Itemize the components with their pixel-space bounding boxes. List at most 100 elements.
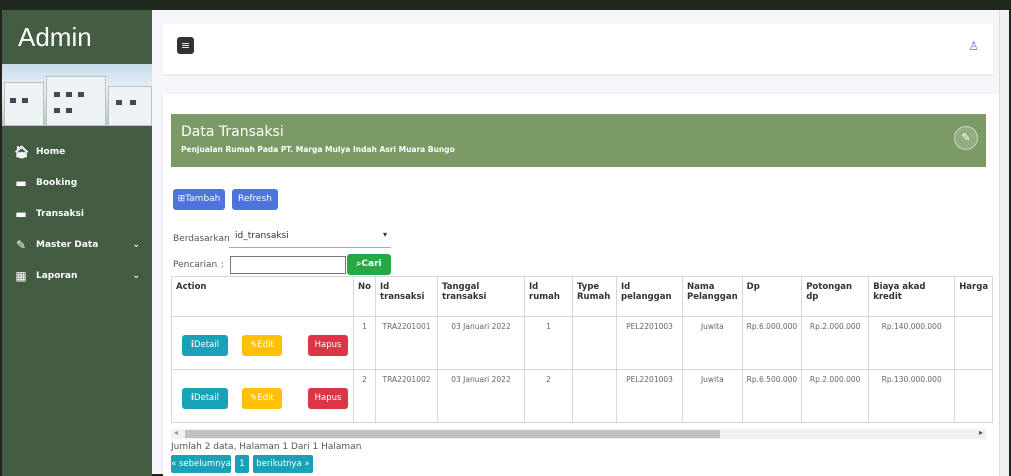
sidebar-item-master-data[interactable]: ✎ Master Data ⌄	[2, 229, 152, 260]
sidebar-item-label: Transaksi	[36, 208, 84, 219]
cari-button[interactable]: ⌕Cari	[347, 254, 391, 275]
page-subtitle: Penjualan Rumah Pada PT. Marga Mulya Ind…	[181, 145, 455, 154]
pencarian-separator: :	[221, 260, 225, 270]
column-header: Dp	[741, 276, 803, 317]
table-row: iDetail ✎Edit Hapus 1 TRA2201001 03 Januari 2…	[171, 316, 994, 370]
search-input[interactable]	[230, 256, 346, 274]
table-cell: Rp.2.000.000	[801, 316, 870, 370]
menu-toggle-icon[interactable]: ≡	[177, 37, 194, 54]
tambah-label: Tambah	[185, 194, 221, 204]
chevron-down-icon: ▾	[382, 230, 387, 239]
brand-title: Admin	[18, 22, 92, 52]
table-cell: 03 Januari 2022	[437, 316, 525, 370]
column-header: Potongan dp	[801, 276, 870, 317]
sidebar-item-label: Laporan	[36, 270, 78, 281]
table-cell: Rp.140.000.000	[868, 316, 956, 370]
action-cell: iDetail ✎Edit Hapus	[171, 316, 354, 370]
column-header: Nama Pelanggan	[682, 276, 743, 317]
sidebar-nav: 🏠︎ Home ▬ Booking ▬ Transaksi ✎ Master Data ⌄ ▦ La…	[2, 126, 152, 291]
column-header: Id pelanggan	[616, 276, 683, 317]
detail-label: Detail	[193, 340, 219, 350]
transaksi-table: Action No Id transaksi Tanggal transaksi Id …	[171, 276, 994, 423]
table-cell: 1	[353, 316, 376, 370]
table-cell: TRA2201001	[375, 316, 438, 370]
table-cell	[572, 369, 617, 423]
sidebar-item-label: Master Data	[36, 239, 99, 250]
edit-button[interactable]: ✎Edit	[242, 388, 282, 409]
table-cell: 03 Januari 2022	[437, 369, 525, 423]
horizontal-scrollbar[interactable]: ◂ ▸	[171, 428, 986, 439]
table-cell: PEL2201003	[616, 369, 683, 423]
database-icon: ▬	[15, 206, 27, 221]
cari-label: Cari	[361, 259, 382, 269]
table-cell: PEL2201003	[616, 316, 683, 370]
chevron-down-icon: ⌄	[132, 239, 140, 250]
detail-button[interactable]: iDetail	[182, 335, 228, 356]
edit-icon: ✎	[15, 237, 27, 252]
table-body: iDetail ✎Edit Hapus 1 TRA2201001 03 Januari 2…	[171, 316, 994, 423]
table-cell: Rp.130.000.000	[868, 369, 956, 423]
table-cell: Juwita	[682, 316, 743, 370]
sidebar-item-label: Home	[36, 146, 66, 157]
column-header: Id transaksi	[375, 276, 438, 317]
scroll-right-icon[interactable]: ▸	[979, 428, 983, 437]
refresh-button[interactable]: Refresh	[232, 189, 278, 210]
table-header-row: Action No Id transaksi Tanggal transaksi Id …	[171, 276, 994, 317]
home-icon: 🏠︎	[14, 144, 30, 159]
column-header: Tanggal transaksi	[437, 276, 525, 317]
vertical-scrollbar[interactable]	[999, 10, 1009, 476]
table-cell: Rp.6.500.000	[741, 369, 803, 423]
topbar: ≡ ♙	[163, 24, 993, 74]
edit-label: Edit	[257, 340, 274, 350]
hapus-button[interactable]: Hapus	[308, 335, 348, 356]
column-header: Type Rumah	[572, 276, 617, 317]
berdasarkan-select[interactable]: id_transaksi ▾	[229, 228, 391, 248]
edit-label: Edit	[257, 393, 274, 403]
table-cell: 2	[524, 369, 573, 423]
card-header: Data Transaksi Penjualan Rumah Pada PT. …	[171, 114, 986, 167]
page-1-button[interactable]: 1	[235, 455, 249, 473]
table-row: iDetail ✎Edit Hapus 2 TRA2201002 03 Januari 2…	[171, 369, 994, 423]
column-header: Action	[171, 276, 354, 317]
tambah-button[interactable]: ⊞Tambah	[173, 189, 225, 210]
content-card: Data Transaksi Penjualan Rumah Pada PT. …	[163, 94, 999, 476]
page-title: Data Transaksi	[181, 124, 284, 140]
sidebar-item-laporan[interactable]: ▦ Laporan ⌄	[2, 260, 152, 291]
column-header: Harga	[954, 276, 994, 317]
pencarian-label: Pencarian	[173, 260, 218, 270]
table-cell: 1	[524, 316, 573, 370]
app-window: Admin 🏠︎ Home ▬ Booking ▬ Transaksi ✎ Master Da…	[0, 10, 1011, 476]
banner-image	[2, 64, 152, 126]
main-area: ≡ ♙ Data Transaksi Penjualan Rumah Pada …	[152, 10, 1009, 476]
edit-button[interactable]: ✎Edit	[242, 335, 282, 356]
sidebar-item-booking[interactable]: ▬ Booking	[2, 167, 152, 198]
calendar-icon: ▦	[15, 268, 27, 283]
next-page-button[interactable]: berikutnya »	[253, 455, 313, 473]
scrollbar-thumb[interactable]	[185, 430, 720, 438]
table-cell	[954, 369, 994, 423]
action-cell: iDetail ✎Edit Hapus	[171, 369, 354, 423]
chevron-down-icon: ⌄	[132, 270, 140, 281]
table-cell: Juwita	[682, 369, 743, 423]
sidebar-item-transaksi[interactable]: ▬ Transaksi	[2, 198, 152, 229]
scroll-left-icon[interactable]: ◂	[174, 428, 178, 437]
hapus-button[interactable]: Hapus	[308, 388, 348, 409]
edit-icon[interactable]: ✎	[954, 126, 978, 150]
pagination-summary: Jumlah 2 data, Halaman 1 Dari 1 Halaman	[171, 442, 362, 452]
column-header: Id rumah	[524, 276, 573, 317]
user-icon[interactable]: ♙	[968, 39, 979, 53]
database-icon: ▬	[15, 175, 27, 190]
detail-button[interactable]: iDetail	[182, 388, 228, 409]
prev-page-button[interactable]: « sebelumnya	[171, 455, 231, 473]
table-cell: Rp.6.000.000	[741, 316, 803, 370]
table-cell: TRA2201002	[375, 369, 438, 423]
table-cell: 2	[353, 369, 376, 423]
sidebar-item-home[interactable]: 🏠︎ Home	[2, 136, 152, 167]
table-cell: Rp.2.000.000	[801, 369, 870, 423]
table-cell	[572, 316, 617, 370]
column-header: No	[353, 276, 376, 317]
berdasarkan-label: Berdasarkan:	[173, 234, 233, 244]
sidebar: Admin 🏠︎ Home ▬ Booking ▬ Transaksi ✎ Master Da…	[2, 10, 152, 476]
sidebar-item-label: Booking	[36, 177, 78, 188]
detail-label: Detail	[193, 393, 219, 403]
